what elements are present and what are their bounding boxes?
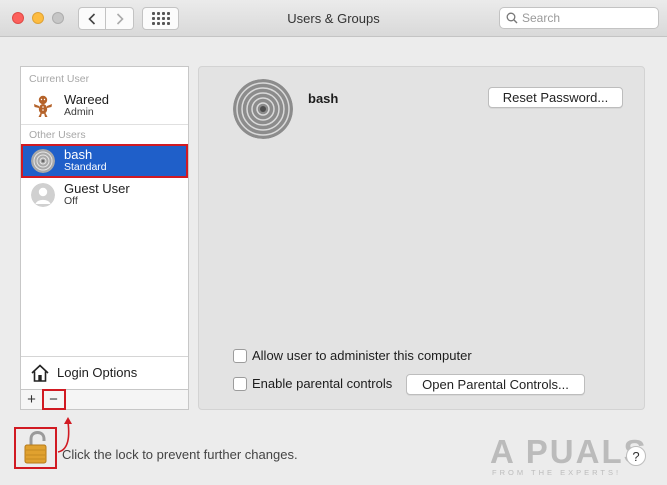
close-window-button[interactable] bbox=[12, 12, 24, 24]
zen-sand-icon bbox=[31, 149, 55, 173]
back-button[interactable] bbox=[78, 7, 106, 30]
sidebar-toolbar: + − bbox=[21, 389, 188, 410]
watermark-logo-text: A PUALS bbox=[490, 433, 648, 470]
remove-user-button[interactable]: − bbox=[42, 389, 66, 410]
user-name: Wareed bbox=[64, 92, 110, 107]
watermark-tagline: FROM THE EXPERTS! bbox=[492, 468, 622, 477]
lock-message: Click the lock to prevent further change… bbox=[62, 447, 298, 462]
title-bar: Users & Groups bbox=[0, 0, 667, 37]
allow-admin-label: Allow user to administer this computer bbox=[252, 348, 472, 363]
open-parental-controls-button[interactable]: Open Parental Controls... bbox=[406, 374, 585, 395]
search-icon bbox=[506, 12, 518, 24]
search-field[interactable] bbox=[499, 7, 659, 29]
user-role: Off bbox=[64, 195, 78, 207]
current-user-section-label: Current User bbox=[29, 73, 90, 85]
add-user-button[interactable]: + bbox=[21, 390, 43, 409]
users-groups-window: Users & Groups Current User Wareed Admin… bbox=[0, 0, 667, 485]
search-input[interactable] bbox=[522, 11, 652, 25]
padlock-open-icon bbox=[24, 431, 46, 464]
user-row-bash[interactable]: bash Standard bbox=[21, 144, 188, 178]
login-options-row[interactable]: Login Options bbox=[21, 356, 188, 388]
grid-icon bbox=[151, 12, 170, 25]
lock-button[interactable] bbox=[14, 427, 57, 469]
minimize-window-button[interactable] bbox=[32, 12, 44, 24]
zen-sand-avatar-icon[interactable] bbox=[233, 79, 293, 139]
login-options-label: Login Options bbox=[57, 365, 138, 380]
user-row-guest[interactable]: Guest User Off bbox=[21, 178, 188, 212]
user-role: Admin bbox=[64, 106, 94, 118]
user-row-wareed[interactable]: Wareed Admin bbox=[21, 89, 188, 123]
help-button[interactable]: ? bbox=[626, 446, 646, 466]
parental-controls-label: Enable parental controls bbox=[252, 376, 393, 391]
show-all-button[interactable] bbox=[142, 7, 179, 30]
guest-silhouette-icon bbox=[31, 183, 55, 207]
chevron-right-icon bbox=[116, 12, 124, 25]
gingerbread-icon bbox=[34, 95, 52, 117]
reset-password-button[interactable]: Reset Password... bbox=[488, 87, 623, 108]
allow-admin-checkbox[interactable] bbox=[233, 348, 247, 363]
zoom-window-button[interactable] bbox=[52, 12, 64, 24]
selected-user-name: bash bbox=[308, 91, 339, 106]
user-name: bash bbox=[64, 147, 93, 162]
users-sidebar: Current User Wareed Admin Other Users ba… bbox=[20, 66, 189, 410]
chevron-left-icon bbox=[88, 12, 96, 25]
section-divider bbox=[21, 124, 188, 125]
allow-admin-option: Allow user to administer this computer bbox=[233, 348, 472, 363]
forward-button[interactable] bbox=[106, 7, 134, 30]
house-icon bbox=[31, 363, 49, 382]
user-name: Guest User bbox=[64, 181, 130, 196]
user-detail-panel: bash Reset Password... Allow user to adm… bbox=[198, 66, 645, 410]
user-role: Standard bbox=[64, 161, 107, 173]
parental-controls-option: Enable parental controls bbox=[233, 376, 392, 391]
other-users-section-label: Other Users bbox=[29, 129, 86, 141]
parental-controls-checkbox[interactable] bbox=[233, 376, 247, 391]
